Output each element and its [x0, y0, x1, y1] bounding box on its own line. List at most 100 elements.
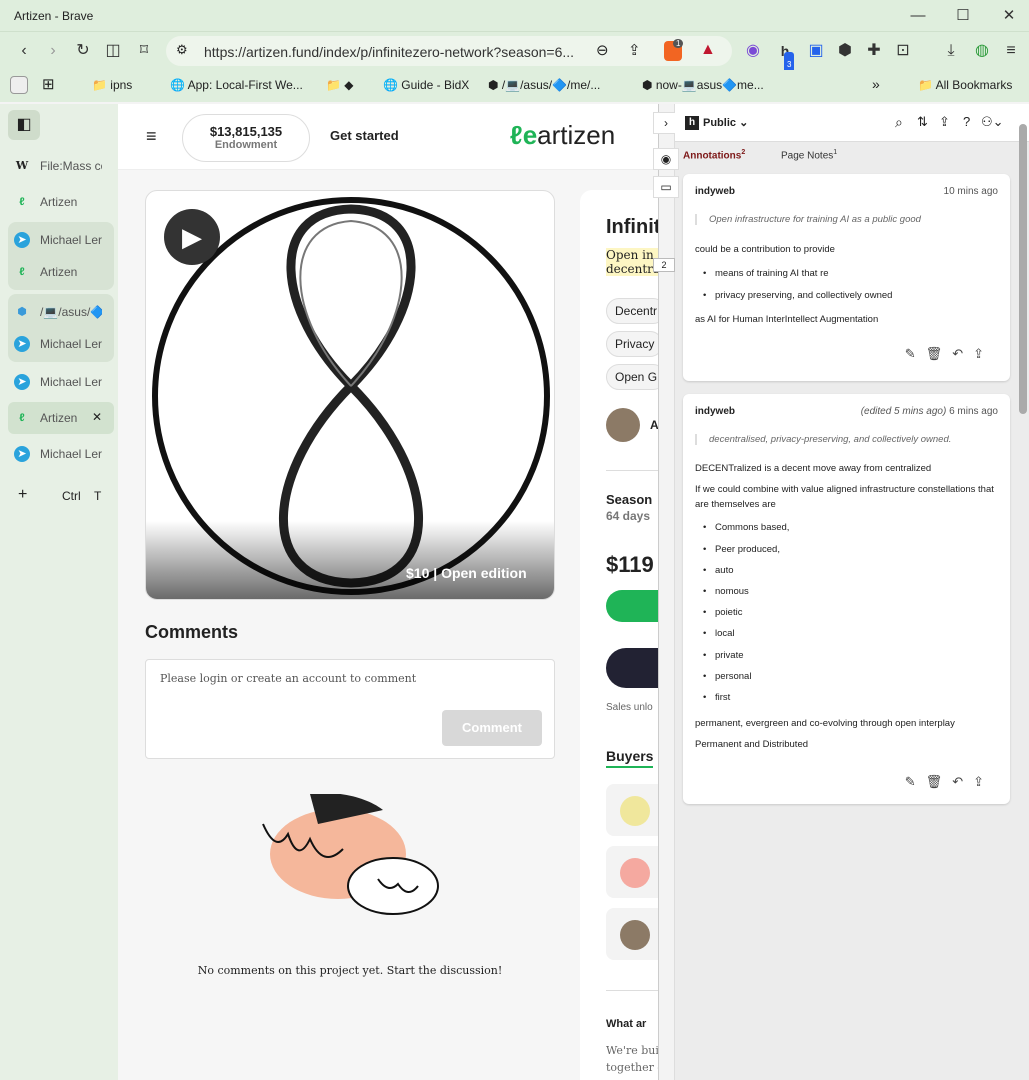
buyer-row[interactable]	[606, 784, 658, 836]
no-comments-text: No comments on this project yet. Start t…	[197, 964, 503, 977]
edit-icon[interactable]: ✎	[905, 346, 926, 361]
tab-telegram-4[interactable]: ➤ Michael Ler	[8, 438, 114, 470]
brave-shields-icon[interactable]: 1	[664, 39, 684, 61]
tab-telegram[interactable]: ➤ Michael Ler	[8, 224, 114, 256]
get-started-link[interactable]: Get started	[330, 128, 399, 143]
sidebar-panel-icon[interactable]: ◧	[8, 110, 40, 140]
project-subtitle: Open in decentra	[606, 248, 658, 276]
annotation-user[interactable]: indyweb	[695, 406, 735, 417]
apps-grid-icon[interactable]: ⊞	[42, 75, 55, 93]
hypothesis-extension-icon[interactable]: h3	[772, 38, 798, 78]
annotation-time[interactable]: (edited 5 mins ago) 6 mins ago	[861, 406, 998, 417]
scrollbar[interactable]	[1019, 124, 1027, 414]
artizen-logo[interactable]: ℓeartizen	[510, 120, 615, 151]
edit-icon[interactable]: ✎	[905, 774, 926, 789]
delete-icon[interactable]: 🗑	[926, 774, 953, 789]
tag-privacy[interactable]: Privacy	[606, 331, 658, 357]
all-bookmarks[interactable]: 📁 All Bookmarks	[918, 78, 1012, 92]
sidebar-toggle-icon[interactable]: ◫	[100, 38, 126, 64]
download-icon[interactable]: ⤓	[938, 38, 964, 64]
web-page: ≡ $13,815,135 Endowment Get started ℓear…	[118, 104, 658, 1080]
annotation-card[interactable]: indyweb (edited 5 mins ago) 6 mins ago d…	[683, 394, 1010, 804]
address-bar[interactable]: ⚙ https://artizen.fund/index/p/infinitez…	[166, 36, 732, 66]
share-icon[interactable]: ⇪	[939, 114, 950, 130]
artizen-icon: ℓ	[19, 266, 25, 278]
cube-extension-icon[interactable]: ⬢	[832, 38, 858, 64]
tab-wikipedia[interactable]: W File:Mass cc	[8, 150, 114, 182]
minimize-button[interactable]: —	[906, 4, 930, 28]
project-details-column: Infinit Open in decentra Decentr Privacy …	[580, 190, 658, 1080]
tab-page-notes[interactable]: Page Notes1	[781, 149, 837, 161]
buyer-avatar	[620, 920, 650, 950]
zoom-icon[interactable]: ⊖	[596, 41, 609, 59]
url-text[interactable]: https://artizen.fund/index/p/infinitezer…	[204, 44, 574, 60]
scope-select[interactable]: Public ⌄	[703, 116, 748, 129]
comment-box[interactable]: Please login or create an account to com…	[145, 659, 555, 759]
creator-avatar[interactable]	[606, 408, 640, 442]
tab-asus[interactable]: ⬢/💻/asus/🔷	[8, 296, 114, 328]
reply-icon[interactable]: ↶	[952, 774, 973, 789]
hypothesis-header: h Public ⌄ ⌕ ⇅ ⇪ ? ⚇⌄	[675, 104, 1029, 142]
show-highlights-icon[interactable]: ◉	[653, 148, 679, 170]
buyer-row[interactable]	[606, 908, 658, 960]
tab-telegram-3[interactable]: ➤ Michael Ler	[8, 366, 114, 398]
new-page-note-icon[interactable]: ▭	[653, 176, 679, 198]
site-settings-icon[interactable]: ⚙	[176, 42, 188, 58]
bookmark-icon[interactable]: ⌑	[131, 38, 157, 64]
share-annotation-icon[interactable]: ⇪	[973, 346, 994, 361]
support-button[interactable]	[606, 590, 658, 622]
tag-open[interactable]: Open G	[606, 364, 658, 390]
share-icon[interactable]: ⇪	[628, 41, 641, 59]
brave-rewards-icon[interactable]: ▲	[700, 41, 716, 59]
tab-annotations[interactable]: Annotations2	[683, 149, 745, 161]
buy-button[interactable]	[606, 648, 658, 688]
bookmark-asus[interactable]: ⬢ /💻/asus/🔷/me/...	[488, 78, 600, 92]
workspace-icon[interactable]	[10, 76, 28, 94]
forward-icon[interactable]: ›	[40, 38, 66, 64]
close-window-button[interactable]: ✕	[997, 4, 1021, 28]
reader-icon[interactable]: ⊡	[890, 38, 916, 64]
bookmark-folder-icon[interactable]: 📁 ◆	[326, 78, 354, 92]
new-tab-button[interactable]: + Ctrl T	[8, 480, 114, 512]
annotation-count-badge[interactable]: 2	[653, 258, 675, 272]
tab-artizen-2[interactable]: ℓ Artizen	[8, 256, 114, 288]
bookmark-local-first[interactable]: 🌐 App: Local-First We...	[170, 78, 303, 92]
tag-decentralised[interactable]: Decentr	[606, 298, 658, 324]
puzzle-icon[interactable]: ✚	[861, 38, 887, 64]
tab-artizen[interactable]: ℓ Artizen	[8, 186, 114, 218]
vertical-tabs-sidebar: ◧ W File:Mass cc ℓ Artizen ➤ Michael Ler ℓA…	[0, 104, 118, 1080]
extension-icon[interactable]: ◉	[740, 38, 766, 64]
reload-icon[interactable]: ↻	[70, 38, 96, 64]
bookmark-now[interactable]: ⬢ now-💻asus🔷me...	[642, 78, 764, 92]
annotation-card[interactable]: indyweb 10 mins ago Open infrastructure …	[683, 174, 1010, 381]
endowment-pill[interactable]: $13,815,135 Endowment	[182, 114, 310, 162]
bookmarks-more-icon[interactable]: »	[872, 76, 880, 92]
reply-icon[interactable]: ↶	[952, 346, 973, 361]
user-menu-icon[interactable]: ⚇⌄	[981, 114, 1004, 130]
extension2-icon[interactable]: ▣	[803, 38, 829, 64]
help-icon[interactable]: ?	[963, 114, 970, 129]
share-annotation-icon[interactable]: ⇪	[973, 774, 994, 789]
telegram-icon: ➤	[14, 232, 30, 248]
search-icon[interactable]: ⌕	[895, 114, 903, 131]
comment-button[interactable]: Comment	[442, 710, 542, 746]
annotation-user[interactable]: indyweb	[695, 186, 735, 197]
tab-telegram-2[interactable]: ➤ Michael Ler	[8, 328, 114, 360]
play-icon[interactable]: ▶	[164, 209, 220, 265]
buyer-row[interactable]	[606, 846, 658, 898]
bookmark-bidx[interactable]: 🌐 Guide - BidX	[383, 78, 469, 92]
buyers-tab[interactable]: Buyers	[606, 748, 654, 768]
menu-icon[interactable]: ≡	[998, 38, 1024, 64]
close-tab-icon[interactable]: ✕	[92, 410, 102, 424]
back-icon[interactable]: ‹	[11, 38, 37, 64]
vpn-icon[interactable]: ◍	[969, 38, 995, 64]
buyer-avatar	[620, 796, 650, 826]
tab-artizen-active[interactable]: ℓ Artizen ✕	[8, 402, 114, 434]
artwork-card[interactable]: ▶ $10 | Open edition	[145, 190, 555, 600]
delete-icon[interactable]: 🗑	[926, 346, 953, 361]
bookmark-ipns[interactable]: 📁 ipns	[92, 78, 132, 92]
annotation-time[interactable]: 10 mins ago	[944, 186, 998, 197]
hamburger-icon[interactable]: ≡	[146, 126, 157, 147]
maximize-button[interactable]: ☐	[951, 4, 975, 28]
sort-icon[interactable]: ⇅	[917, 114, 928, 130]
